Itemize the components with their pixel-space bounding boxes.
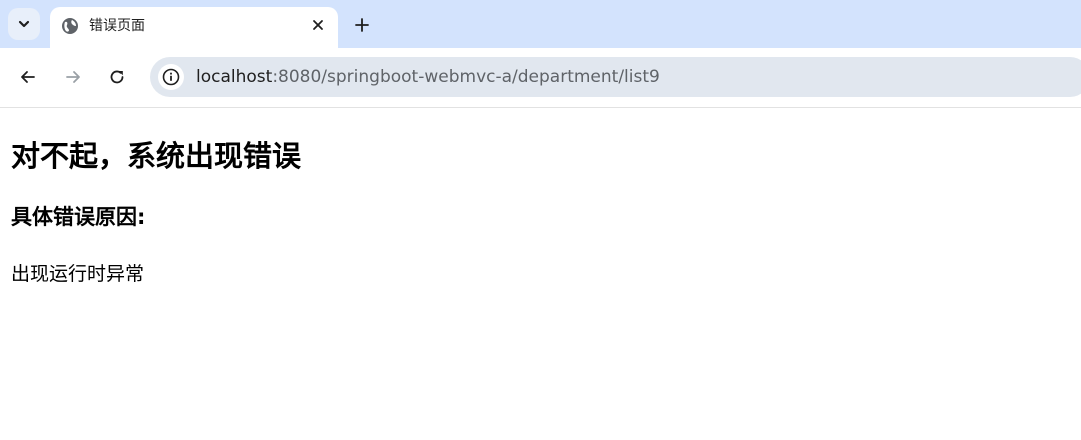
tab-strip: 错误页面 [0, 0, 1081, 48]
back-button[interactable] [13, 62, 43, 92]
reload-button[interactable] [102, 62, 132, 92]
chevron-down-icon [18, 20, 30, 28]
info-icon [162, 68, 180, 86]
globe-icon [62, 18, 78, 34]
reload-icon [110, 70, 124, 84]
tab-search-button[interactable] [8, 8, 40, 40]
error-reason-heading: 具体错误原因: [11, 205, 146, 229]
arrow-right-icon [66, 71, 80, 83]
forward-button[interactable] [58, 62, 88, 92]
active-tab[interactable]: 错误页面 [50, 7, 338, 48]
plus-icon [355, 18, 369, 32]
new-tab-button[interactable] [349, 12, 375, 38]
browser-toolbar: localhost:8080/springboot-webmvc-a/depar… [0, 48, 1081, 108]
tab-title: 错误页面 [89, 18, 145, 34]
url-text[interactable]: localhost:8080/springboot-webmvc-a/depar… [196, 67, 660, 87]
arrow-left-icon [21, 71, 35, 83]
close-icon [313, 20, 323, 30]
url-host: localhost [196, 67, 273, 87]
tab-close-button[interactable] [308, 15, 328, 35]
address-bar[interactable]: localhost:8080/springboot-webmvc-a/depar… [150, 57, 1081, 97]
error-message: 出现运行时异常 [11, 263, 145, 285]
page-title: 对不起，系统出现错误 [11, 139, 302, 173]
url-path: :8080/springboot-webmvc-a/department/lis… [272, 67, 660, 87]
site-info-button[interactable] [158, 64, 184, 90]
